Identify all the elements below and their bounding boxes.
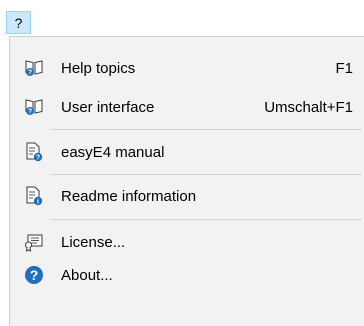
document-info-icon: i [24,186,44,206]
svg-text:?: ? [28,70,32,77]
menu-separator [50,174,361,175]
menu-item-easye4-manual[interactable]: ? easyE4 manual [10,135,364,169]
about-icon: ? [24,265,44,285]
menu-item-help-topics[interactable]: ? Help topics F1 [10,51,364,85]
menu-item-shortcut: F1 [335,59,353,77]
menu-item-user-interface[interactable]: ? User interface Umschalt+F1 [10,90,364,124]
menu-item-label: License... [61,233,126,251]
help-book-icon: ? [24,97,44,117]
svg-text:i: i [37,198,39,206]
svg-text:?: ? [28,109,32,116]
menu-item-label: Help topics [61,59,136,77]
menu-item-license[interactable]: License... [10,225,364,259]
help-dropdown-menu: ? Help topics F1 ? User interface Umscha… [9,36,364,326]
svg-text:?: ? [30,267,39,283]
menu-item-label: User interface [61,98,155,116]
svg-text:?: ? [36,155,40,162]
menu-item-label: About... [61,266,113,284]
menu-item-about[interactable]: ? About... [10,258,364,292]
menu-separator [50,219,361,220]
license-icon [24,232,44,252]
menu-separator [50,129,361,130]
help-menu-button[interactable]: ? [6,11,31,34]
menu-item-label: Readme information [61,187,197,205]
menu-item-label: easyE4 manual [61,143,165,161]
menu-item-shortcut: Umschalt+F1 [264,98,353,116]
menu-item-readme-information[interactable]: i Readme information [10,179,364,213]
help-book-icon: ? [24,58,44,78]
help-menu-label: ? [14,14,23,31]
document-help-icon: ? [24,142,44,162]
